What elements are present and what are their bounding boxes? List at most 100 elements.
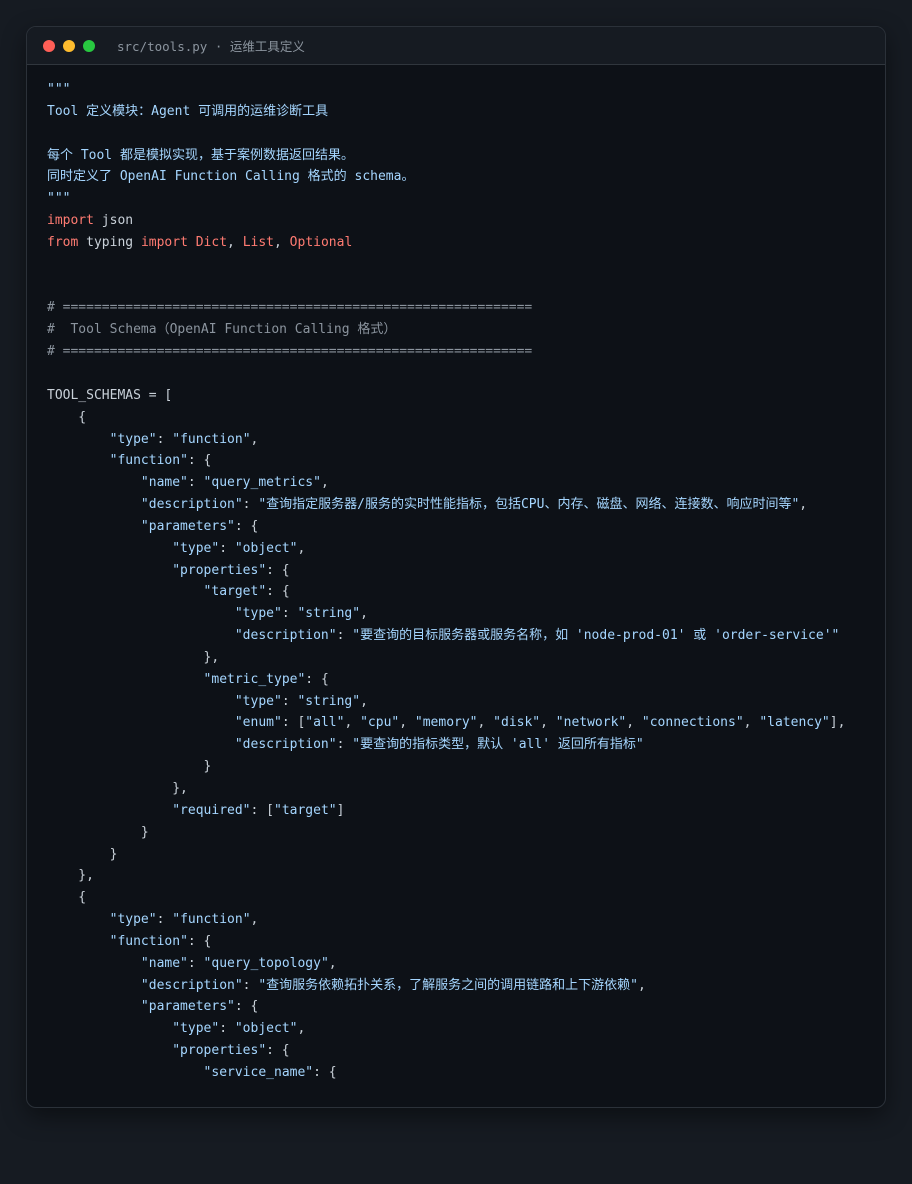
code-token: "latency" [759, 715, 830, 731]
code-token: "parameters" [140, 518, 235, 534]
code-line: "description": "查询服务依赖拓扑关系，了解服务之间的调用链路和上… [47, 975, 845, 997]
code-line: "service_name": { [47, 1062, 845, 1084]
code-token: "cpu" [360, 715, 400, 731]
code-line: "parameters": { [47, 996, 845, 1018]
code-line: import json [47, 210, 845, 232]
code-token: , [477, 715, 494, 731]
code-token: "type" [172, 1021, 220, 1037]
code-line: "type": "string", [47, 691, 845, 713]
code-token: : { [187, 933, 212, 949]
maximize-window-button[interactable] [83, 39, 95, 52]
code-token: "function" [109, 933, 188, 949]
code-token: "required" [172, 802, 251, 818]
code-token: "all" [305, 715, 345, 731]
code-line: "description": "要查询的指标类型，默认 'all' 返回所有指标… [47, 734, 845, 756]
code-token: "string" [297, 606, 361, 622]
code-token: : { [266, 1043, 290, 1059]
code-token: , [250, 431, 259, 447]
code-token: , [743, 715, 760, 731]
code-token: } [47, 824, 149, 840]
code-token: "function" [109, 453, 188, 469]
code-token: json [93, 213, 134, 229]
code-line: "properties": { [47, 1040, 845, 1062]
code-token: , [637, 977, 646, 993]
code-line: "function": { [47, 931, 845, 953]
code-token: "type" [234, 693, 282, 709]
code-token: , [297, 1021, 306, 1037]
code-token: ], [829, 715, 846, 731]
code-token: "type" [172, 540, 220, 556]
code-token: "name" [140, 955, 188, 971]
code-token: : [187, 955, 204, 971]
code-editor[interactable]: """ Tool 定义模块：Agent 可调用的运维诊断工具每个 Tool 都是模… [47, 79, 845, 1084]
code-token: { [47, 409, 87, 425]
code-token: "target" [203, 584, 267, 600]
code-token: import [140, 234, 188, 250]
code-token: "type" [234, 606, 282, 622]
code-token: """ [47, 191, 71, 207]
code-token: : { [266, 562, 290, 578]
code-token: "properties" [172, 1043, 267, 1059]
code-token: , [344, 715, 361, 731]
code-token: , [328, 955, 337, 971]
code-line: "type": "object", [47, 538, 845, 560]
code-token: "function" [172, 431, 251, 447]
code-line: 同时定义了 OpenAI Function Calling 格式的 schema… [47, 166, 845, 188]
code-token: , [360, 606, 368, 622]
code-token: 每个 Tool 都是模拟实现，基于案例数据返回结果。 [47, 147, 354, 163]
code-token: # ======================================… [47, 300, 533, 316]
code-token: : [156, 431, 173, 447]
code-line: "parameters": { [47, 516, 845, 538]
code-token: : [156, 912, 173, 928]
code-token: "要查询的指标类型，默认 'all' 返回所有指标" [352, 737, 644, 753]
minimize-window-button[interactable] [63, 39, 75, 52]
code-token: : [242, 977, 259, 993]
code-token: : [281, 693, 298, 709]
code-line: # ======================================… [47, 341, 845, 363]
code-line: from typing import Dict, List, Optional [47, 232, 845, 254]
code-token: : { [234, 999, 259, 1015]
code-token: "要查询的目标服务器或服务名称，如 'node-prod-01' 或 'orde… [352, 628, 840, 644]
code-token: }, [47, 781, 188, 796]
code-token: # Tool Schema（OpenAI Function Calling 格式… [47, 322, 397, 338]
code-token: , [297, 540, 306, 556]
close-window-button[interactable] [43, 39, 55, 52]
code-token: Tool 定义模块：Agent 可调用的运维诊断工具 [47, 103, 329, 119]
code-token: : { [313, 1064, 337, 1080]
code-token: "service_name" [203, 1064, 314, 1080]
code-token: : [ [281, 715, 306, 731]
code-token: "enum" [234, 715, 282, 731]
code-token: """ [47, 82, 71, 97]
code-token: TOOL_SCHEMAS = [ [47, 387, 173, 403]
code-token: , [320, 475, 329, 491]
code-token: typing [78, 234, 141, 250]
code-token: "description" [234, 628, 337, 644]
code-line: 每个 Tool 都是模拟实现，基于案例数据返回结果。 [47, 145, 845, 167]
code-token: "connections" [641, 715, 744, 731]
window-titlebar: src/tools.py · 运维工具定义 [27, 27, 885, 65]
code-line: # ======================================… [47, 297, 845, 319]
code-line: "target": { [47, 581, 845, 603]
code-token: "查询服务依赖拓扑关系，了解服务之间的调用链路和上下游依赖" [258, 977, 638, 993]
code-token: "type" [109, 431, 157, 447]
code-window: src/tools.py · 运维工具定义 """ Tool 定义模块：Agent… [26, 26, 886, 1108]
code-token: , [540, 715, 556, 731]
code-token: }, [47, 649, 220, 665]
code-line: "type": "string", [47, 603, 845, 625]
code-token: "function" [172, 912, 251, 928]
code-line: "type": "function", [47, 909, 845, 931]
